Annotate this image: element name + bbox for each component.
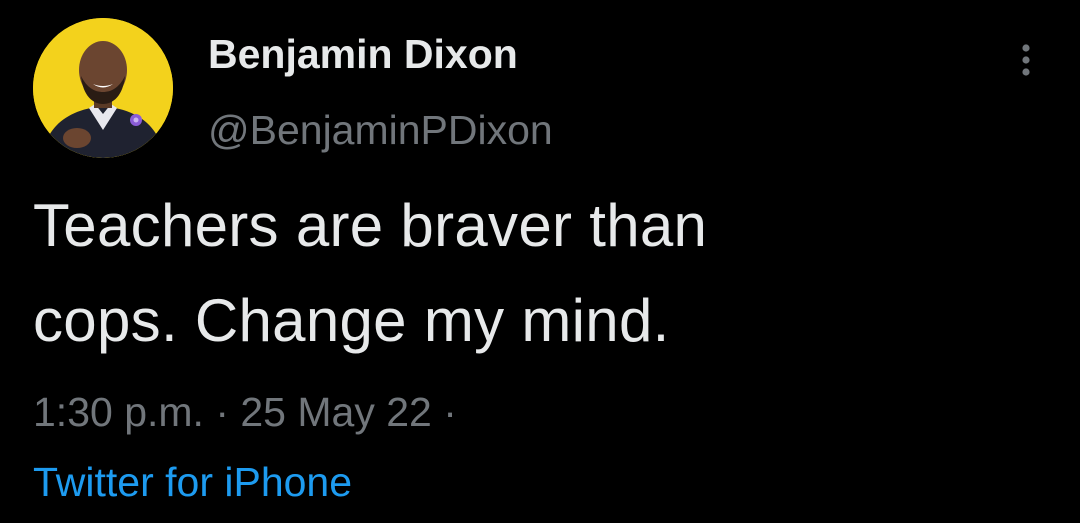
tweet-timestamp[interactable]: 1:30 p.m. · 25 May 22 · — [33, 386, 457, 438]
tweet-text-line: Teachers are braver than — [33, 192, 708, 259]
author-handle[interactable]: @BenjaminPDixon — [208, 104, 553, 156]
avatar-photo-icon — [33, 18, 173, 158]
tweet-source-link[interactable]: Twitter for iPhone — [33, 456, 352, 508]
tweet-text: Teachers are braver than cops. Change my… — [33, 178, 1033, 368]
more-vertical-icon — [1022, 44, 1030, 76]
tweet-detail: Benjamin Dixon @BenjaminPDixon Teachers … — [0, 0, 1080, 523]
author-display-name[interactable]: Benjamin Dixon — [208, 28, 518, 80]
tweet-text-line: cops. Change my mind. — [33, 287, 670, 354]
more-options-button[interactable] — [1006, 40, 1046, 80]
author-avatar[interactable] — [33, 18, 173, 158]
